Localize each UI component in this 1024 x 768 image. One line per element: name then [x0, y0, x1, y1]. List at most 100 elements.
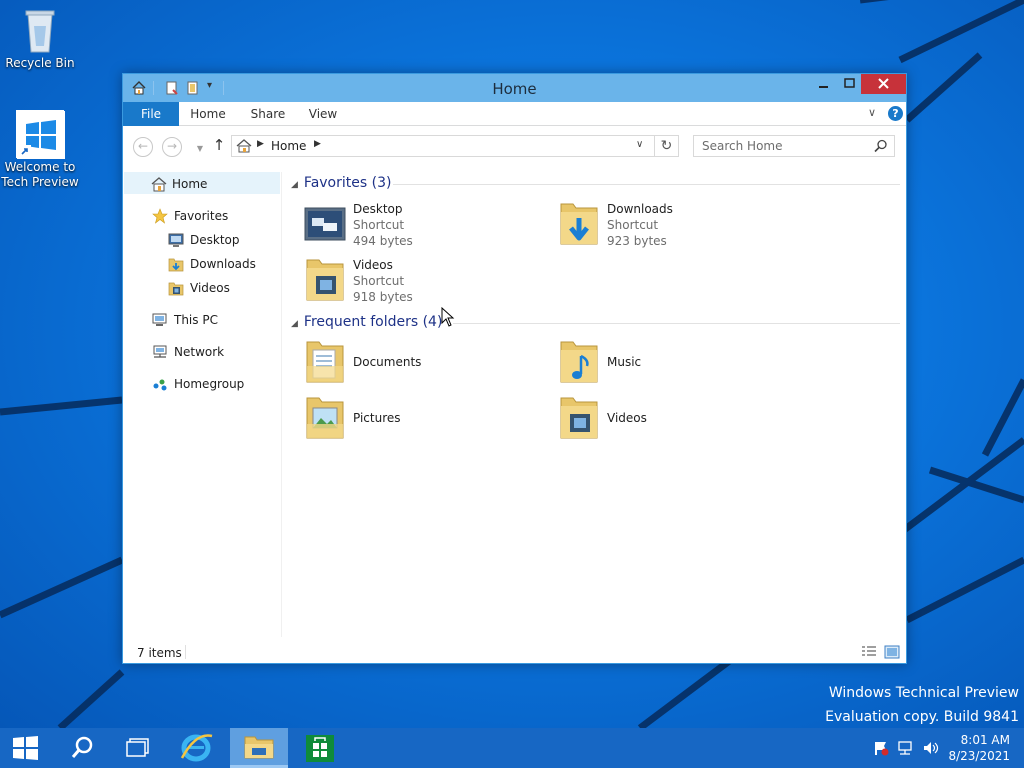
- clock-time: 8:01 AM: [960, 733, 1010, 747]
- group-divider: [453, 323, 900, 324]
- nav-item-downloads[interactable]: Downloads: [168, 253, 278, 275]
- nav-item-label: This PC: [174, 313, 218, 327]
- expand-ribbon-chevron-icon[interactable]: ∨: [868, 106, 876, 119]
- tile-type: Shortcut: [607, 218, 659, 232]
- maximize-button[interactable]: [834, 76, 864, 96]
- tile-documents[interactable]: Documents: [303, 338, 543, 390]
- search-input[interactable]: Search Home: [693, 135, 895, 157]
- tray-icons: [875, 741, 939, 756]
- help-icon[interactable]: ?: [888, 106, 903, 121]
- item-count: 7 items: [137, 646, 182, 660]
- clock-date: 8/23/2021: [948, 749, 1010, 763]
- tile-name: Videos: [607, 411, 647, 425]
- mouse-cursor-icon: [441, 307, 455, 327]
- tab-view[interactable]: View: [298, 102, 348, 126]
- nav-item-homegroup[interactable]: Homegroup: [152, 373, 272, 395]
- system-tray: [872, 740, 944, 759]
- volume-icon: [924, 742, 939, 754]
- recycle-bin-label: Recycle Bin: [5, 56, 75, 70]
- tile-name: Videos: [353, 258, 393, 272]
- windows-start-icon: [13, 736, 38, 760]
- nav-item-label: Favorites: [174, 209, 229, 223]
- tab-home[interactable]: Home: [183, 102, 233, 126]
- title-bar[interactable]: ▾ Home: [123, 74, 906, 102]
- desktop-icon: [168, 233, 184, 247]
- search-icon: [874, 139, 887, 153]
- tile-size: 494 bytes: [353, 234, 413, 248]
- tile-pictures[interactable]: Pictures: [303, 394, 543, 446]
- star-icon: [152, 208, 168, 224]
- tile-music[interactable]: Music: [557, 338, 797, 390]
- breadcrumb-chevron-icon[interactable]: ▶: [257, 139, 264, 149]
- nav-item-label: Home: [172, 177, 208, 191]
- collapse-triangle-icon[interactable]: ◢: [291, 180, 298, 190]
- tile-size: 918 bytes: [353, 290, 413, 304]
- recycle-bin-desktop-icon[interactable]: Recycle Bin: [0, 6, 80, 71]
- nav-item-desktop[interactable]: Desktop: [168, 229, 278, 251]
- nav-item-label: Videos: [190, 281, 230, 295]
- computer-icon: [152, 313, 167, 326]
- network-icon: [153, 345, 167, 358]
- pictures-folder-icon: [306, 397, 344, 439]
- nav-item-network[interactable]: Network: [152, 341, 272, 363]
- watermark-line1: Windows Technical Preview: [828, 685, 1019, 701]
- tile-type: Shortcut: [353, 218, 405, 232]
- forward-button[interactable]: →: [162, 137, 182, 157]
- internet-explorer-icon: [180, 734, 213, 762]
- search-icon: [71, 736, 93, 758]
- address-bar[interactable]: ▶ Home ▶ ∨: [231, 135, 655, 157]
- downloads-folder-icon: [168, 258, 184, 272]
- details-view-icon[interactable]: [861, 645, 877, 659]
- tile-name: Pictures: [353, 411, 401, 425]
- nav-item-label: Network: [174, 345, 225, 359]
- music-folder-icon: [560, 341, 598, 383]
- tile-downloads[interactable]: Downloads Shortcut 923 bytes: [557, 200, 797, 252]
- file-explorer-window: ▾ Home File Home Share View ∨ ? ← → ▼ ↑: [122, 73, 907, 664]
- home-icon: [236, 139, 252, 153]
- breadcrumb-location[interactable]: Home: [271, 139, 306, 153]
- store-taskbar-button[interactable]: [292, 728, 348, 768]
- up-button[interactable]: ↑: [209, 137, 229, 157]
- downloads-folder-icon: [560, 203, 598, 245]
- back-button[interactable]: ←: [133, 137, 153, 157]
- maximize-icon: [844, 78, 855, 88]
- tab-share[interactable]: Share: [243, 102, 293, 126]
- tile-desktop[interactable]: Desktop Shortcut 494 bytes: [303, 200, 543, 252]
- nav-item-label: Homegroup: [174, 377, 245, 391]
- clock[interactable]: 8:01 AM 8/23/2021: [948, 732, 1010, 764]
- home-icon: [151, 177, 167, 192]
- search-placeholder: Search Home: [702, 139, 783, 153]
- internet-explorer-taskbar-button[interactable]: [168, 728, 224, 768]
- recent-locations-chevron-icon[interactable]: ▼: [190, 140, 210, 160]
- nav-item-favorites[interactable]: Favorites: [152, 205, 272, 227]
- navigation-pane: Home Favorites Desktop Downloads Videos …: [123, 172, 282, 637]
- refresh-button[interactable]: ↻: [655, 135, 679, 157]
- documents-folder-icon: [306, 341, 344, 383]
- favorites-group-header[interactable]: ◢ Favorites (3): [291, 175, 391, 191]
- network-icon: [898, 741, 912, 755]
- homegroup-icon: [153, 379, 167, 391]
- group-title: Favorites (3): [303, 175, 392, 191]
- tile-size: 923 bytes: [607, 234, 667, 248]
- file-explorer-taskbar-button[interactable]: [230, 728, 288, 768]
- nav-item-videos[interactable]: Videos: [168, 277, 278, 299]
- tile-videos-shortcut[interactable]: Videos Shortcut 918 bytes: [303, 256, 543, 308]
- taskbar: 8:01 AM 8/23/2021: [0, 728, 1024, 768]
- nav-item-this-pc[interactable]: This PC: [152, 309, 272, 331]
- tab-file[interactable]: File: [123, 102, 179, 126]
- address-dropdown-icon[interactable]: ∨: [636, 139, 643, 150]
- tile-videos-folder[interactable]: Videos: [557, 394, 797, 446]
- frequent-folders-group-header[interactable]: ◢ Frequent folders (4): [291, 314, 442, 330]
- task-view-button[interactable]: [108, 728, 164, 768]
- welcome-tech-preview-desktop-icon[interactable]: Welcome to Tech Preview: [0, 110, 80, 190]
- taskbar-search-button[interactable]: [54, 728, 110, 768]
- nav-item-home[interactable]: Home: [124, 172, 280, 194]
- close-button[interactable]: [861, 74, 906, 94]
- breadcrumb-chevron-icon[interactable]: ▶: [314, 139, 321, 149]
- desktop-icon: [304, 207, 346, 241]
- start-button[interactable]: [0, 728, 56, 768]
- tile-name: Desktop: [353, 202, 403, 216]
- large-icons-view-icon[interactable]: [884, 644, 900, 660]
- status-bar: 7 items: [123, 641, 906, 663]
- collapse-triangle-icon[interactable]: ◢: [291, 319, 298, 329]
